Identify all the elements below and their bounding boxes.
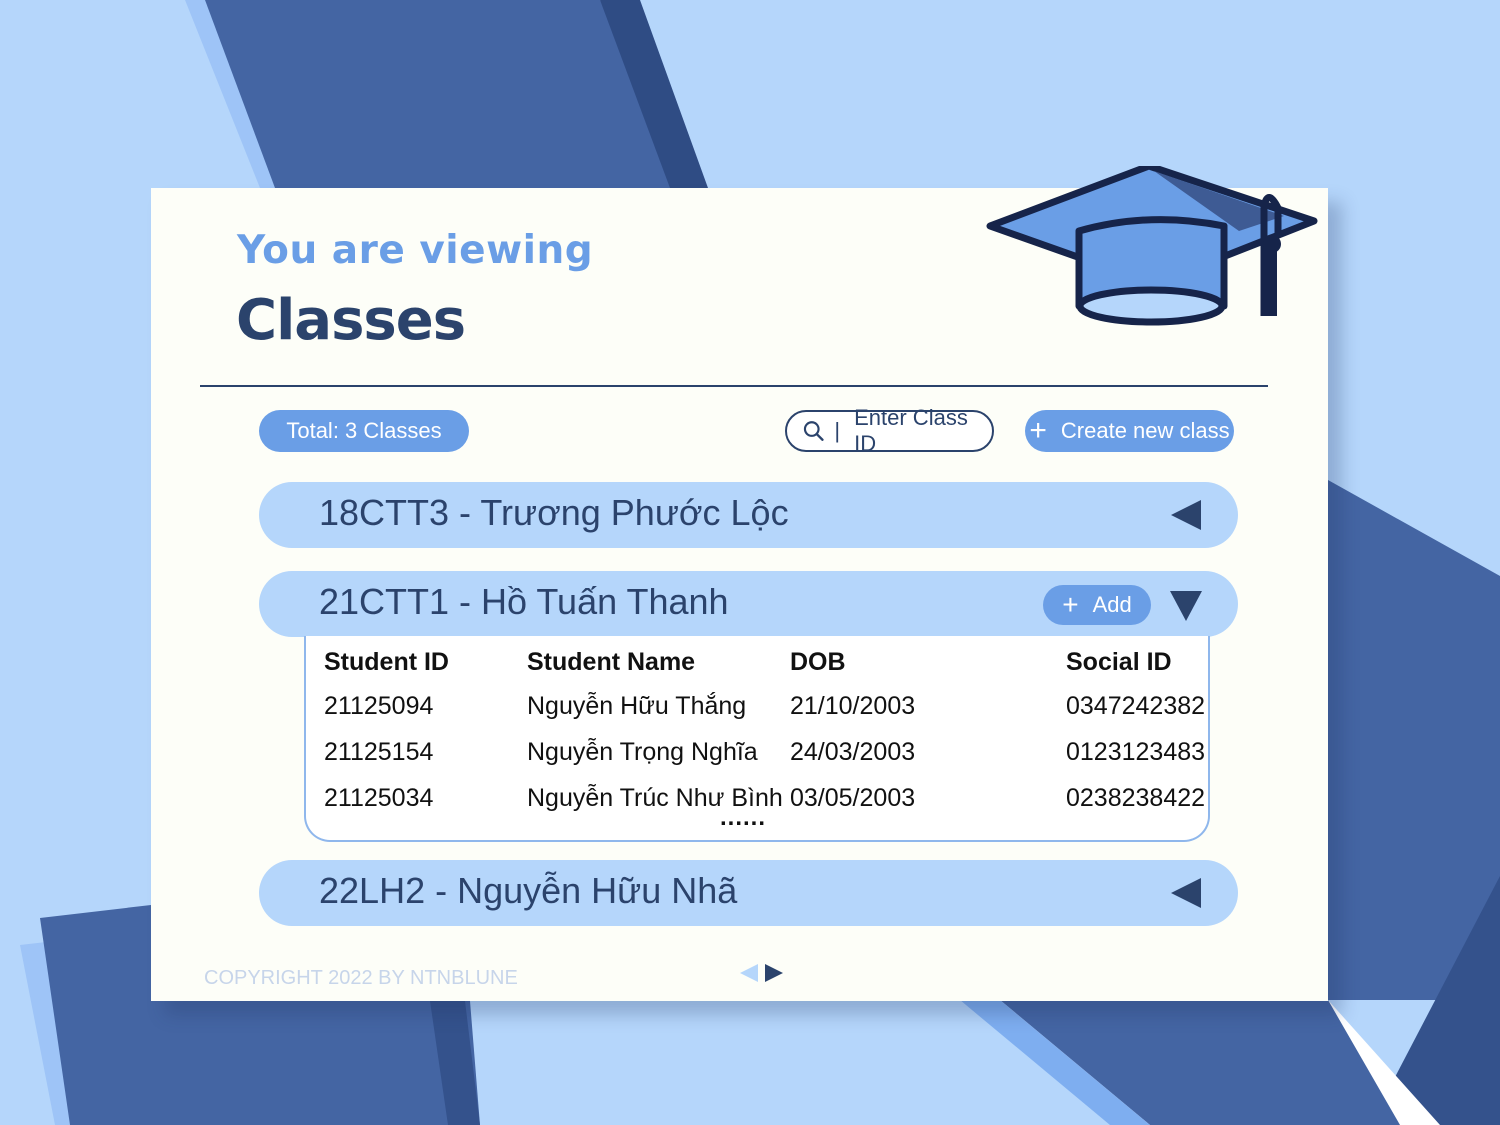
book-left-below	[151, 1001, 480, 1125]
header-divider	[200, 385, 1268, 387]
class-row-label: 21CTT1 - Hồ Tuấn Thanh	[319, 581, 729, 622]
table-cell: 0347242382	[1066, 692, 1206, 720]
search-icon	[803, 421, 824, 441]
table-cell: 21125034	[324, 784, 434, 812]
class-row-22lh2[interactable]: 22LH2 - Nguyễn Hữu Nhã	[259, 860, 1238, 926]
student-table: Student ID Student Name DOB Social ID 21…	[304, 636, 1210, 842]
plus-icon: +	[1062, 589, 1079, 620]
total-classes-badge: Total: 3 Classes	[259, 410, 469, 452]
page-title: Classes	[236, 288, 466, 353]
caret-down-icon[interactable]	[1169, 589, 1203, 623]
table-cell: Nguyễn Hữu Thắng	[527, 692, 747, 720]
add-student-label: Add	[1092, 592, 1132, 617]
class-row-21ctt1[interactable]: 21CTT1 - Hồ Tuấn Thanh + Add	[259, 571, 1238, 637]
page-subtitle: You are viewing	[237, 228, 594, 273]
table-cell: Nguyễn Trọng Nghĩa	[527, 738, 758, 766]
search-placeholder: Enter Class ID	[854, 405, 968, 456]
column-header-student-id: Student ID	[324, 648, 449, 676]
search-separator: |	[834, 418, 841, 443]
table-cell: 03/05/2003	[790, 784, 916, 812]
column-header-dob: DOB	[790, 648, 846, 676]
book-right	[1328, 480, 1500, 1000]
table-cell: 0238238422	[1066, 784, 1206, 812]
caret-left-icon[interactable]	[1169, 498, 1203, 532]
class-row-label: 18CTT3 - Trương Phước Lộc	[319, 492, 789, 533]
add-student-button[interactable]: + Add	[1043, 585, 1151, 625]
create-class-button[interactable]: + Create new class	[1025, 410, 1234, 452]
class-row-label: 22LH2 - Nguyễn Hữu Nhã	[319, 870, 738, 911]
table-cell: 21/10/2003	[790, 692, 916, 720]
previous-page-icon[interactable]	[738, 962, 760, 984]
column-header-student-name: Student Name	[527, 648, 696, 676]
plus-icon: +	[1029, 414, 1047, 447]
next-page-icon[interactable]	[763, 962, 785, 984]
table-cell: 24/03/2003	[790, 738, 916, 766]
class-row-18ctt3[interactable]: 18CTT3 - Trương Phước Lộc	[259, 482, 1238, 548]
copyright-text: COPYRIGHT 2022 BY NTNBLUNE	[204, 967, 518, 989]
table-cell: 21125094	[324, 692, 434, 720]
caret-left-icon[interactable]	[1169, 876, 1203, 910]
table-cell: 0123123483	[1066, 738, 1206, 766]
table-cell: 21125154	[324, 738, 434, 766]
class-search-input[interactable]: | Enter Class ID	[785, 405, 994, 456]
create-class-label: Create new class	[1060, 418, 1230, 443]
more-students-indicator[interactable]: ......	[720, 804, 766, 832]
total-classes-label: Total: 3 Classes	[286, 418, 442, 443]
column-header-social-id: Social ID	[1066, 648, 1172, 676]
classes-card: You are viewing Classes Total: 3 Classes…	[151, 166, 1328, 1001]
graduation-cap-icon	[986, 166, 1318, 326]
